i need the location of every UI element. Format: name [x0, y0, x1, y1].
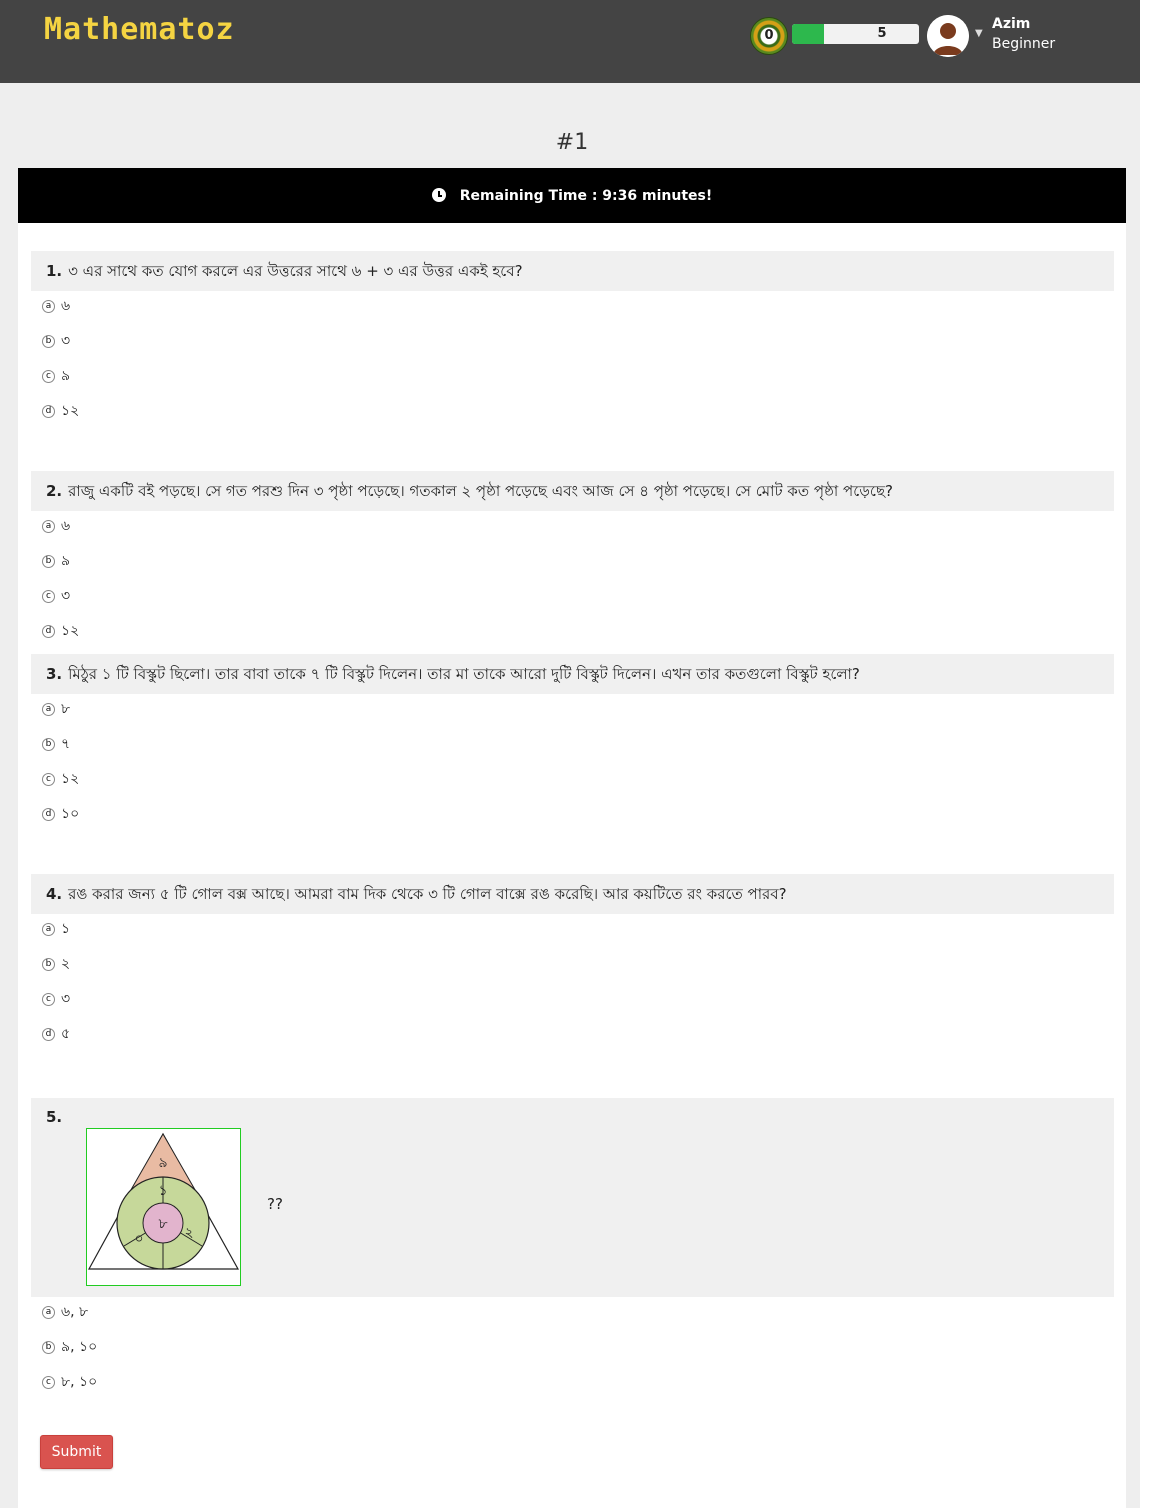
question-5-figure: ৯ ১ ০ ২ ৮: [86, 1128, 241, 1286]
option-letter: b: [42, 957, 55, 971]
option-letter: a: [42, 1305, 55, 1319]
question-5-option-a[interactable]: a ৬, ৮: [42, 1302, 88, 1322]
quiz-title: #1: [555, 130, 589, 155]
user-avatar[interactable]: [927, 15, 969, 57]
option-letter: b: [42, 737, 55, 751]
brand-logo[interactable]: Mathematoz: [44, 12, 235, 47]
option-letter: c: [42, 1375, 55, 1389]
top-navbar: Mathematoz 0 5 ▼ Azim Beginner: [0, 0, 1140, 83]
question-number: 3.: [46, 665, 63, 683]
option-text: ৮, ১০: [61, 1374, 98, 1390]
question-number: 2.: [46, 482, 63, 500]
xp-progress-bar: 5: [792, 24, 919, 44]
question-3-header: 3. মিঠুর ১ টি বিস্কুট ছিলো। তার বাবা তাকে…: [31, 654, 1114, 694]
option-text: ৬: [61, 298, 71, 314]
coin-badge-icon: 0: [750, 17, 788, 55]
question-1-option-d[interactable]: d ১২: [42, 401, 79, 421]
triangle-circle-puzzle: ৯ ১ ০ ২ ৮: [87, 1132, 240, 1270]
option-text: ৩: [61, 588, 71, 604]
option-text: ৯, ১০: [61, 1339, 98, 1355]
user-level: Beginner: [992, 36, 1056, 52]
option-letter: c: [42, 369, 55, 383]
question-text: রঙ করার জন্য ৫ টি গোল বক্স আছে। আমরা বাম…: [68, 885, 787, 903]
question-1-option-b[interactable]: b৩: [42, 331, 70, 351]
option-letter: c: [42, 772, 55, 786]
option-letter: b: [42, 1340, 55, 1354]
question-2-option-a[interactable]: a৬: [42, 516, 70, 536]
option-text: ৯: [61, 368, 71, 384]
question-2-option-c[interactable]: c৩: [42, 586, 70, 606]
option-letter: a: [42, 702, 55, 716]
option-text: ৭: [61, 736, 71, 752]
clock-icon: [431, 187, 446, 202]
option-text: ৩: [61, 991, 71, 1007]
question-4-header: 4. রঙ করার জন্য ৫ টি গোল বক্স আছে। আমরা ব…: [31, 874, 1114, 914]
question-number: 5.: [46, 1108, 63, 1126]
question-5-option-b[interactable]: b ৯, ১০: [42, 1337, 97, 1357]
timer-bar: Remaining Time : 9:36 minutes!: [18, 168, 1126, 223]
option-letter: b: [42, 334, 55, 348]
user-menu-caret-icon[interactable]: ▼: [975, 28, 983, 39]
question-text: ৩ এর সাথে কত যোগ করলে এর উত্তরের সাথে ৬ …: [68, 262, 523, 280]
question-1-option-c[interactable]: c৯: [42, 366, 70, 386]
option-text: ৬: [61, 518, 71, 534]
question-text: রাজু একটি বই পড়ছে। সে গত পরশু দিন ৩ পৃষ…: [68, 482, 894, 500]
question-card: 1. ৩ এর সাথে কত যোগ করলে এর উত্তরের সাথে …: [18, 223, 1126, 1508]
option-text: ২: [61, 956, 71, 972]
question-4-option-a[interactable]: a১: [42, 919, 70, 939]
option-text: ৩: [61, 333, 71, 349]
question-2-header: 2. রাজু একটি বই পড়ছে। সে গত পরশু দিন ৩ প…: [31, 471, 1114, 511]
option-text: ১: [61, 921, 71, 937]
option-text: ৬, ৮: [61, 1304, 89, 1320]
question-1-header: 1. ৩ এর সাথে কত যোগ করলে এর উত্তরের সাথে …: [31, 251, 1114, 291]
question-3-option-d[interactable]: d ১০: [42, 804, 79, 824]
user-name[interactable]: Azim: [992, 16, 1030, 32]
option-text: ৮: [61, 701, 71, 717]
figure-segment-top: ১: [158, 1183, 167, 1199]
option-letter: c: [42, 589, 55, 603]
option-letter: b: [42, 554, 55, 568]
submit-button[interactable]: Submit: [40, 1435, 113, 1469]
question-3-option-b[interactable]: b৭: [42, 734, 70, 754]
question-4-option-b[interactable]: b২: [42, 954, 70, 974]
option-letter: d: [42, 1027, 55, 1041]
option-letter: d: [42, 624, 55, 638]
question-5-header: 5. ৯ ১ ০ ২ ৮ ??: [31, 1098, 1114, 1297]
option-letter: d: [42, 807, 55, 821]
question-5-option-c[interactable]: c ৮, ১০: [42, 1372, 97, 1392]
question-number: 1.: [46, 262, 63, 280]
option-text: ১২: [61, 771, 80, 787]
option-text: ১২: [61, 403, 80, 419]
option-text: ৫: [61, 1026, 71, 1042]
xp-value: 5: [877, 26, 887, 41]
remaining-time: Remaining Time : 9:36 minutes!: [459, 187, 713, 204]
option-text: ১০: [61, 806, 80, 822]
question-3-option-c[interactable]: c ১২: [42, 769, 79, 789]
avatar-person-icon: [927, 15, 969, 57]
question-3-option-a[interactable]: a৮: [42, 699, 70, 719]
coin-count: 0: [764, 28, 774, 43]
figure-center-number: ৮: [158, 1216, 167, 1232]
question-4-option-d[interactable]: d৫: [42, 1024, 70, 1044]
option-text: ৯: [61, 553, 71, 569]
option-text: ১২: [61, 623, 80, 639]
figure-top-number: ৯: [158, 1155, 167, 1171]
option-letter: a: [42, 299, 55, 313]
option-letter: a: [42, 519, 55, 533]
question-number: 4.: [46, 885, 63, 903]
question-2-option-b[interactable]: b৯: [42, 551, 70, 571]
question-text: মিঠুর ১ টি বিস্কুট ছিলো। তার বাবা তাকে ৭…: [68, 665, 860, 683]
option-letter: a: [42, 922, 55, 936]
figure-segment-right: ২: [184, 1225, 193, 1241]
question-2-option-d[interactable]: d ১২: [42, 621, 79, 641]
option-letter: d: [42, 404, 55, 418]
question-1-option-a[interactable]: a৬: [42, 296, 70, 316]
option-letter: c: [42, 992, 55, 1006]
question-4-option-c[interactable]: c৩: [42, 989, 70, 1009]
question-text: ??: [267, 1195, 283, 1213]
figure-segment-left: ০: [134, 1231, 143, 1247]
